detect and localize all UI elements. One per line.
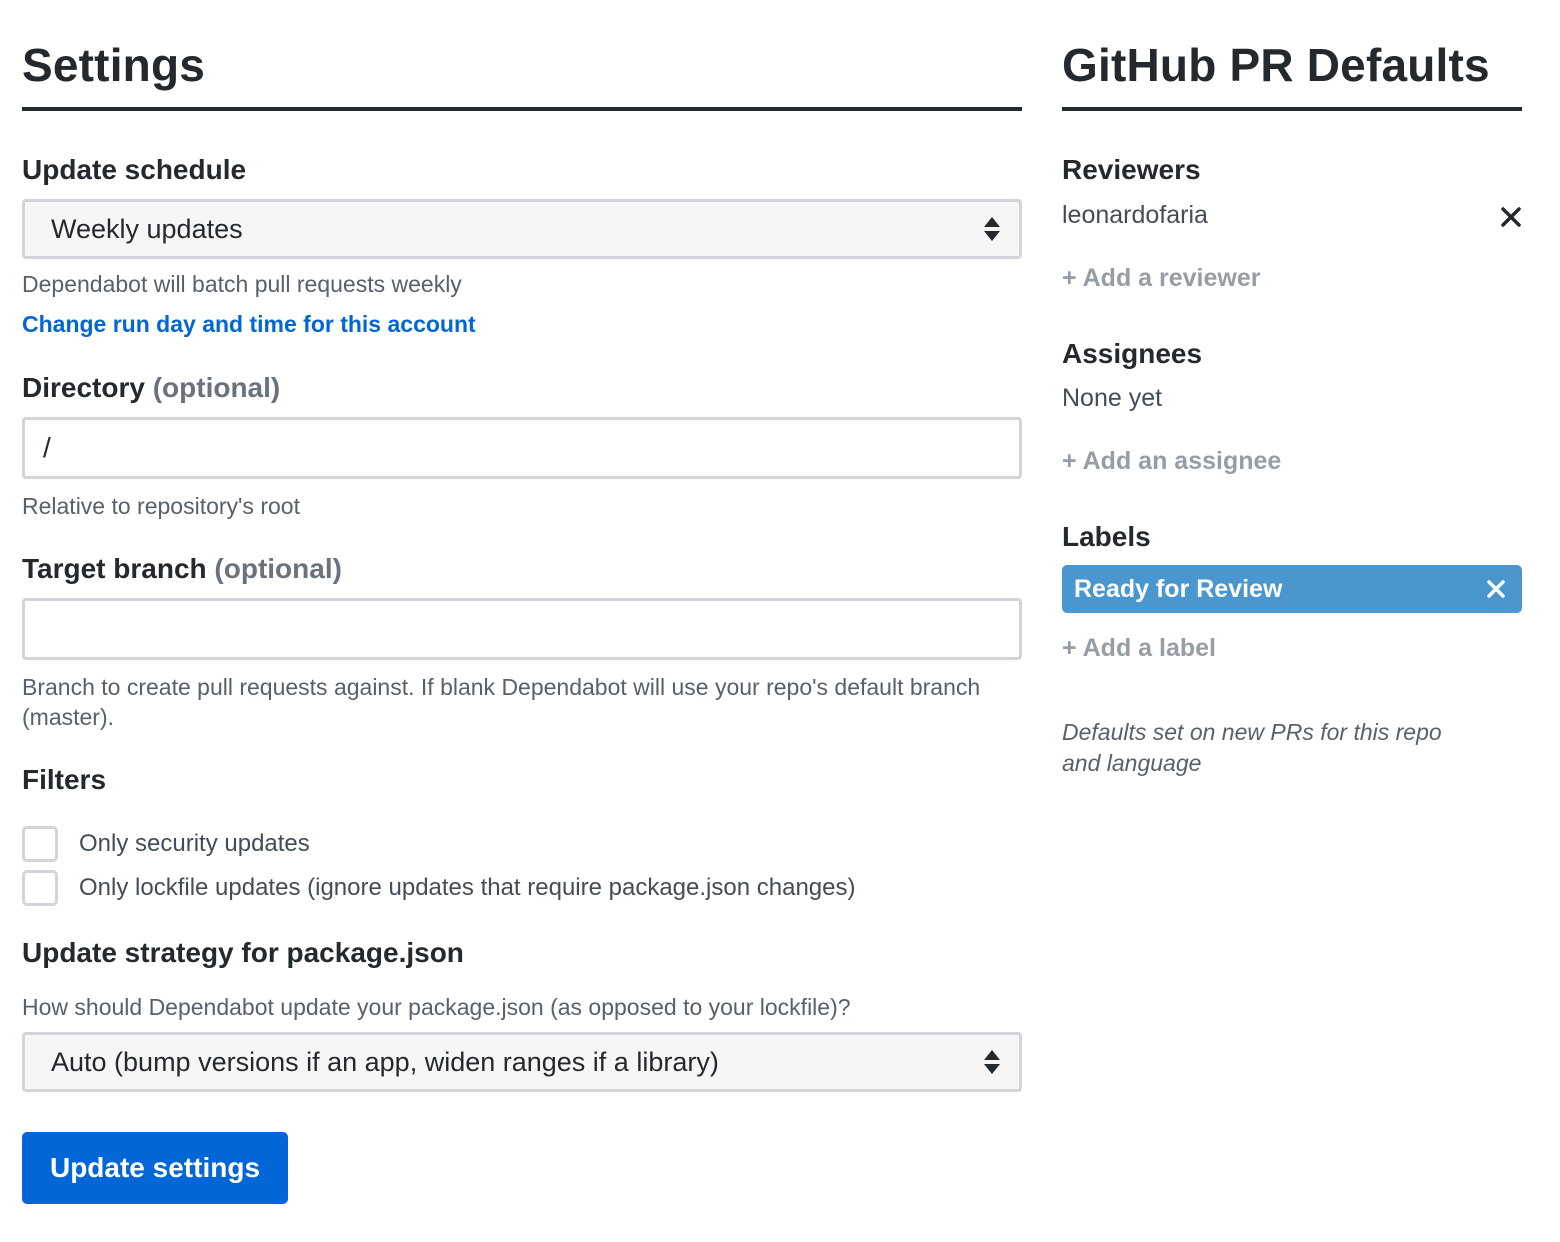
security-updates-label: Only security updates [79,830,310,857]
target-branch-help: Branch to create pull requests against. … [22,674,981,730]
change-run-time-link[interactable]: Change run day and time for this account [22,311,476,338]
pr-defaults-title: GitHub PR Defaults [1062,39,1490,91]
assignees-label: Assignees [1062,338,1203,369]
add-label-link[interactable]: + Add a label [1062,634,1216,663]
target-branch-optional-text: (optional) [214,553,342,584]
directory-help: Relative to repository's root [22,493,300,519]
reviewers-label: Reviewers [1062,154,1201,185]
target-branch-label: Target branch (optional) [22,553,342,585]
update-schedule-help: Dependabot will batch pull requests week… [22,271,462,297]
update-schedule-label: Update schedule [22,154,247,185]
security-updates-checkbox[interactable] [22,826,58,862]
add-assignee-link[interactable]: + Add an assignee [1062,447,1281,476]
select-arrows-icon [984,217,1000,241]
directory-label-text: Directory [22,372,145,403]
update-strategy-label: Update strategy for package.json [22,937,464,968]
lockfile-updates-checkbox[interactable] [22,870,58,906]
labels-label: Labels [1062,521,1151,552]
directory-input-value: / [43,432,51,463]
update-strategy-value: Auto (bump versions if an app, widen ran… [51,1046,719,1077]
label-pill-name: Ready for Review [1074,574,1283,603]
add-reviewer-link[interactable]: + Add a reviewer [1062,264,1260,293]
defaults-note: Defaults set on new PRs for this repo an… [1062,719,1442,776]
pr-defaults-divider [1062,107,1522,111]
update-settings-button[interactable]: Update settings [22,1132,288,1204]
directory-input[interactable]: / [22,417,1022,479]
select-arrows-icon [984,1050,1000,1074]
target-branch-label-text: Target branch [22,553,207,584]
remove-label-icon[interactable] [1486,579,1506,599]
filter-option-lockfile[interactable]: Only lockfile updates (ignore updates th… [22,870,855,906]
update-schedule-select[interactable]: Weekly updates [22,199,1022,259]
label-pill: Ready for Review [1062,565,1522,613]
reviewer-item: leonardofaria [1062,201,1208,229]
filters-label: Filters [22,764,107,795]
update-schedule-value: Weekly updates [51,213,243,244]
remove-reviewer-icon[interactable] [1500,206,1522,228]
update-strategy-help: How should Dependabot update your packag… [22,994,851,1020]
update-strategy-select[interactable]: Auto (bump versions if an app, widen ran… [22,1032,1022,1092]
directory-label: Directory (optional) [22,372,280,404]
assignees-empty: None yet [1062,384,1163,412]
filter-option-security[interactable]: Only security updates [22,826,310,862]
page-title: Settings [22,39,206,91]
title-divider [22,107,1022,111]
directory-optional-text: (optional) [152,372,281,403]
lockfile-updates-label: Only lockfile updates (ignore updates th… [79,874,856,901]
target-branch-input[interactable] [22,598,1022,660]
